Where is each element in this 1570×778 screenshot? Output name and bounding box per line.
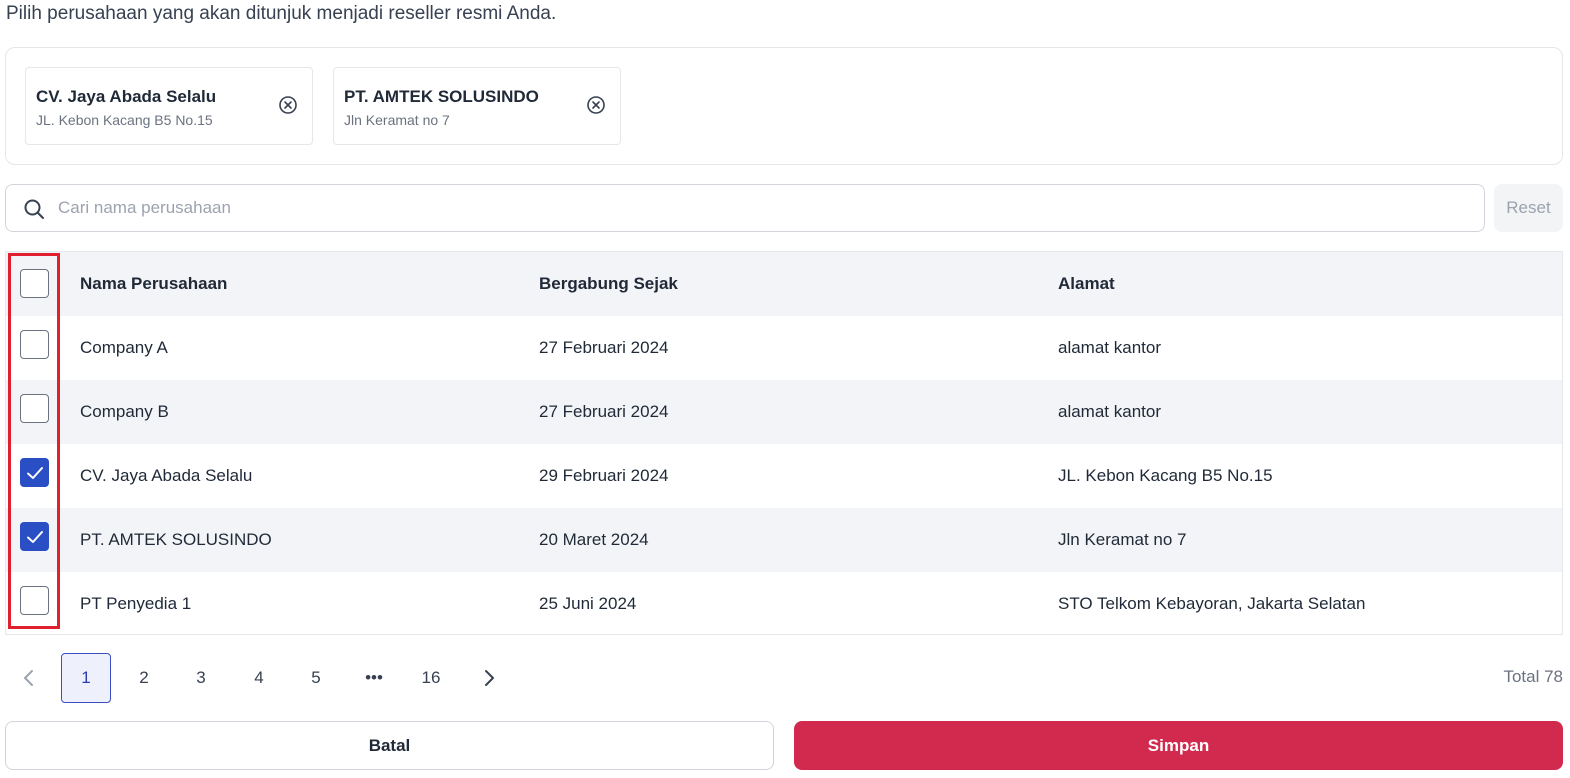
company-name-cell: PT. AMTEK SOLUSINDO xyxy=(80,530,272,549)
company-table: Nama Perusahaan Bergabung Sejak Alamat C… xyxy=(5,251,1563,635)
row-checkbox[interactable] xyxy=(20,522,49,551)
company-name-cell: Company A xyxy=(80,338,168,357)
check-icon xyxy=(27,467,43,479)
pagination-page[interactable]: 5 xyxy=(291,653,341,703)
joined-date-cell: 27 Februari 2024 xyxy=(539,338,669,357)
search-icon xyxy=(24,199,44,219)
search-bar xyxy=(5,184,1485,232)
table-row[interactable]: PT. AMTEK SOLUSINDO 20 Maret 2024 Jln Ke… xyxy=(6,508,1562,572)
address-cell: JL. Kebon Kacang B5 No.15 xyxy=(1058,466,1273,485)
pagination-page[interactable]: 2 xyxy=(119,653,169,703)
pagination-page[interactable]: 1 xyxy=(61,653,111,703)
chevron-left-icon xyxy=(24,670,33,686)
row-checkbox[interactable] xyxy=(20,330,49,359)
company-name-cell: Company B xyxy=(80,402,169,421)
selected-company-chip: PT. AMTEK SOLUSINDO Jln Keramat no 7 xyxy=(333,67,621,145)
table-row[interactable]: PT Penyedia 1 25 Juni 2024 STO Telkom Ke… xyxy=(6,572,1562,636)
search-input[interactable] xyxy=(58,193,1458,223)
column-header-name: Nama Perusahaan xyxy=(80,274,228,293)
check-icon xyxy=(27,531,43,543)
joined-date-cell: 25 Juni 2024 xyxy=(539,594,637,613)
selected-company-chip: CV. Jaya Abada Selalu JL. Kebon Kacang B… xyxy=(25,67,313,145)
row-checkbox[interactable] xyxy=(20,586,49,615)
save-button[interactable]: Simpan xyxy=(794,721,1563,770)
row-checkbox[interactable] xyxy=(20,458,49,487)
pagination-ellipsis[interactable]: ••• xyxy=(349,653,399,703)
column-header-joined: Bergabung Sejak xyxy=(539,274,678,293)
close-circle-icon[interactable] xyxy=(586,95,606,115)
address-cell: Jln Keramat no 7 xyxy=(1058,530,1187,549)
table-header-row: Nama Perusahaan Bergabung Sejak Alamat xyxy=(6,252,1562,316)
cancel-button[interactable]: Batal xyxy=(5,721,774,770)
table-row[interactable]: Company A 27 Februari 2024 alamat kantor xyxy=(6,316,1562,380)
chip-company-address: JL. Kebon Kacang B5 No.15 xyxy=(36,112,213,128)
close-circle-icon[interactable] xyxy=(278,95,298,115)
chevron-right-icon xyxy=(485,670,494,686)
pagination-page[interactable]: 3 xyxy=(176,653,226,703)
chip-company-address: Jln Keramat no 7 xyxy=(344,112,450,128)
select-all-checkbox[interactable] xyxy=(20,269,49,298)
joined-date-cell: 27 Februari 2024 xyxy=(539,402,669,421)
row-checkbox[interactable] xyxy=(20,394,49,423)
reset-button[interactable]: Reset xyxy=(1494,184,1563,232)
company-name-cell: PT Penyedia 1 xyxy=(80,594,192,613)
address-cell: alamat kantor xyxy=(1058,338,1161,357)
address-cell: alamat kantor xyxy=(1058,402,1161,421)
pagination-prev-button[interactable] xyxy=(4,653,54,703)
pagination: 1 2 3 4 5 ••• 16 Total 78 xyxy=(0,653,1570,703)
chip-company-name: CV. Jaya Abada Selalu xyxy=(36,87,217,106)
pagination-next-button[interactable] xyxy=(464,653,514,703)
joined-date-cell: 29 Februari 2024 xyxy=(539,466,669,485)
page-instruction: Pilih perusahaan yang akan ditunjuk menj… xyxy=(6,3,557,24)
chip-company-name: PT. AMTEK SOLUSINDO xyxy=(344,87,539,106)
total-count: Total 78 xyxy=(1503,667,1563,686)
pagination-page[interactable]: 16 xyxy=(406,653,456,703)
company-name-cell: CV. Jaya Abada Selalu xyxy=(80,466,253,485)
selected-companies-panel: CV. Jaya Abada Selalu JL. Kebon Kacang B… xyxy=(5,47,1563,165)
address-cell: STO Telkom Kebayoran, Jakarta Selatan xyxy=(1058,594,1366,613)
table-row[interactable]: Company B 27 Februari 2024 alamat kantor xyxy=(6,380,1562,444)
column-header-address: Alamat xyxy=(1058,274,1115,293)
table-row[interactable]: CV. Jaya Abada Selalu 29 Februari 2024 J… xyxy=(6,444,1562,508)
pagination-page[interactable]: 4 xyxy=(234,653,284,703)
joined-date-cell: 20 Maret 2024 xyxy=(539,530,649,549)
